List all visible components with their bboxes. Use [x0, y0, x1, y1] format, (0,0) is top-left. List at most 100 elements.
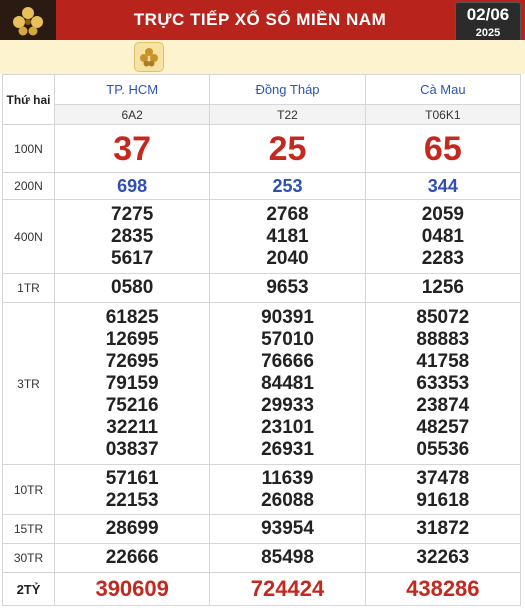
prize-cell: 0580	[53, 273, 211, 303]
prize-number: 2768	[266, 203, 309, 225]
results-table: Thứ hai TP. HCM Đồng Tháp Cà Mau 6A2 T22…	[2, 74, 522, 606]
day-label: Thứ hai	[2, 74, 55, 125]
prize-number: 2059	[421, 203, 464, 225]
prize-number: 65	[423, 129, 462, 168]
prize-number: 11639	[261, 467, 314, 489]
prize-number: 61825	[105, 306, 159, 328]
prize-number: 85498	[261, 547, 314, 568]
prize-number: 32263	[416, 547, 470, 568]
date-day: 02/06	[466, 5, 510, 24]
prize-cell: 2768 4181 2040	[209, 199, 366, 274]
prize-number: 23874	[416, 394, 470, 416]
special-prize-number: 438286	[406, 576, 480, 601]
prize-number: 41758	[416, 350, 470, 372]
ticket-code-ca-mau: T06K1	[364, 104, 522, 125]
prize-number: 1256	[421, 277, 464, 298]
special-prize-number: 390609	[95, 576, 169, 601]
prize-number: 253	[272, 176, 303, 196]
logo[interactable]	[0, 0, 56, 40]
prize-label: 200N	[2, 172, 55, 200]
prize-number: 0580	[111, 277, 154, 298]
prize-cell: 31872	[364, 514, 522, 544]
prize-label: 1TR	[2, 273, 55, 303]
prize-cell: 57161 22153	[53, 464, 211, 515]
prize-number: 26088	[261, 489, 314, 511]
prize-number: 4181	[266, 225, 309, 247]
prize-number: 85072	[416, 306, 470, 328]
prize-cell: 85498	[209, 543, 366, 573]
prize-number: 57010	[261, 328, 314, 350]
flower-icon	[140, 48, 158, 67]
ticket-code-dong-thap: T22	[209, 104, 366, 125]
sub-toolbar	[0, 40, 525, 74]
prize-number: 84481	[261, 372, 314, 394]
prize-cell: 1256	[364, 273, 522, 303]
prize-number: 88883	[416, 328, 470, 350]
prize-cell: 2059 0481 2283	[364, 199, 522, 274]
prize-label: 10TR	[2, 464, 55, 515]
prize-cell: 93954	[209, 514, 366, 544]
prize-number: 0481	[421, 225, 464, 247]
prize-cell: 85072 88883 41758 63353 23874 48257 0553…	[364, 302, 522, 465]
prize-cell: 90391 57010 76666 84481 29933 23101 2693…	[209, 302, 366, 465]
province-ca-mau[interactable]: Cà Mau	[364, 74, 522, 105]
prize-number: 28699	[105, 518, 159, 539]
page-title: TRỰC TIẾP XỔ SỐ MIỀN NAM	[133, 10, 387, 29]
prize-cell: 253	[209, 172, 366, 200]
prize-number: 12695	[105, 328, 159, 350]
prize-number: 72695	[105, 350, 159, 372]
date-badge: 02/06 2025	[455, 2, 521, 44]
prize-cell: 344	[364, 172, 522, 200]
prize-label: 15TR	[2, 514, 55, 544]
flower-logo-icon	[13, 7, 43, 36]
prize-number: 22666	[105, 547, 159, 568]
prize-number: 29933	[261, 394, 314, 416]
prize-cell: 61825 12695 72695 79159 75216 32211 0383…	[53, 302, 211, 465]
province-hcm[interactable]: TP. HCM	[53, 74, 211, 105]
prize-number: 31872	[416, 518, 470, 539]
prize-number: 23101	[261, 416, 314, 438]
prize-cell: 7275 2835 5617	[53, 199, 211, 274]
prize-number: 48257	[416, 416, 470, 438]
prize-cell: 724424	[209, 572, 366, 606]
special-prize-number: 724424	[250, 576, 325, 601]
prize-number: 79159	[105, 372, 159, 394]
prize-cell: 698	[53, 172, 211, 200]
prize-number: 2835	[111, 225, 154, 247]
lottery-menu-button[interactable]	[134, 42, 164, 72]
prize-number: 05536	[416, 438, 470, 460]
date-year: 2025	[475, 27, 501, 39]
prize-number: 57161	[105, 467, 159, 489]
prize-number: 698	[117, 176, 148, 196]
province-dong-thap[interactable]: Đồng Tháp	[209, 74, 366, 105]
prize-number: 93954	[261, 518, 314, 539]
special-prize-label: 2TỶ	[2, 572, 55, 606]
prize-cell: 32263	[364, 543, 522, 573]
prize-label: 400N	[2, 199, 55, 274]
prize-number: 26931	[261, 438, 314, 460]
ticket-code-hcm: 6A2	[53, 104, 211, 125]
prize-number: 5617	[111, 247, 154, 269]
header-banner: TRỰC TIẾP XỔ SỐ MIỀN NAM 02/06 2025	[0, 0, 525, 44]
prize-cell: 25	[209, 124, 366, 173]
prize-cell: 65	[364, 124, 522, 173]
prize-number: 2283	[421, 247, 464, 269]
prize-number: 90391	[261, 306, 314, 328]
prize-number: 344	[427, 176, 458, 196]
prize-cell: 11639 26088	[209, 464, 366, 515]
prize-number: 76666	[261, 350, 314, 372]
prize-cell: 28699	[53, 514, 211, 544]
prize-number: 37	[113, 129, 152, 168]
prize-number: 2040	[266, 247, 309, 269]
prize-label: 3TR	[2, 302, 55, 465]
prize-cell: 22666	[53, 543, 211, 573]
prize-number: 03837	[105, 438, 159, 460]
prize-number: 25	[268, 129, 307, 168]
prize-number: 75216	[105, 394, 159, 416]
prize-cell: 438286	[364, 572, 522, 606]
prize-number: 37478	[416, 467, 470, 489]
prize-number: 32211	[106, 416, 159, 438]
prize-cell: 9653	[209, 273, 366, 303]
prize-number: 7275	[111, 203, 154, 225]
prize-number: 9653	[266, 277, 309, 298]
